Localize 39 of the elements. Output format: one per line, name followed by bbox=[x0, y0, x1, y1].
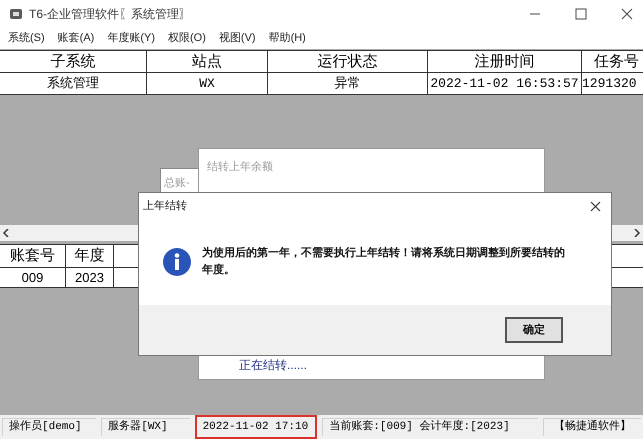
close-icon[interactable] bbox=[590, 200, 601, 212]
menu-item[interactable]: 账套(A) bbox=[58, 30, 94, 47]
menu-item[interactable]: 年度账(Y) bbox=[107, 30, 156, 47]
table-cell: 009 bbox=[0, 268, 66, 287]
window-title: T6-企业管理软件〖系统管理〗 bbox=[29, 6, 191, 23]
status-item: 操作员[demo] bbox=[2, 418, 96, 436]
table-cell: 2023 bbox=[66, 268, 114, 287]
scroll-left-icon[interactable] bbox=[3, 229, 9, 237]
dialog-message: 为使用后的第一年，不需要执行上年结转！请将系统日期调整到所要结转的年度。 bbox=[202, 246, 566, 278]
column-header: 账套号 bbox=[0, 245, 66, 267]
table-cell: 系统管理 bbox=[0, 73, 147, 94]
ok-button[interactable]: 确定 bbox=[505, 317, 563, 343]
column-header: 站点 bbox=[147, 51, 268, 72]
table-cell: 1291320 bbox=[582, 73, 643, 94]
column-header: 注册时间 bbox=[428, 51, 582, 72]
column-header: 任务号 bbox=[582, 51, 643, 72]
table-cell: 异常 bbox=[268, 73, 428, 94]
back-window-title: 总账- bbox=[163, 176, 191, 191]
app-icon bbox=[9, 7, 23, 21]
close-icon[interactable] bbox=[621, 8, 633, 20]
dialog-title: 上年结转 bbox=[143, 198, 187, 214]
progress-status: 正在结转...... bbox=[239, 357, 308, 374]
column-header: 年度 bbox=[66, 245, 114, 267]
status-item: 当前账套:[009] 会计年度:[2023] bbox=[322, 418, 538, 436]
column-header: 子系统 bbox=[0, 51, 147, 72]
menu-item[interactable]: 视图(V) bbox=[218, 30, 256, 47]
table-cell: 2022-11-02 16:53:57 bbox=[428, 73, 582, 94]
menu-item[interactable]: 系统(S) bbox=[8, 30, 45, 47]
info-icon bbox=[162, 247, 192, 277]
progress-window-title: 结转上年余额 bbox=[206, 160, 274, 175]
menu-item[interactable]: 权限(O) bbox=[168, 30, 206, 47]
maximize-icon[interactable] bbox=[575, 8, 587, 20]
status-item: 【畅捷通软件】 bbox=[543, 418, 642, 436]
scroll-right-icon[interactable] bbox=[634, 229, 640, 237]
status-item: 服务器[WX] bbox=[101, 418, 190, 436]
table-cell: WX bbox=[147, 73, 268, 94]
menu-item[interactable]: 帮助(H) bbox=[268, 30, 306, 47]
column-header: 运行状态 bbox=[268, 51, 428, 72]
status-item: 2022-11-02 17:10 bbox=[194, 415, 318, 439]
